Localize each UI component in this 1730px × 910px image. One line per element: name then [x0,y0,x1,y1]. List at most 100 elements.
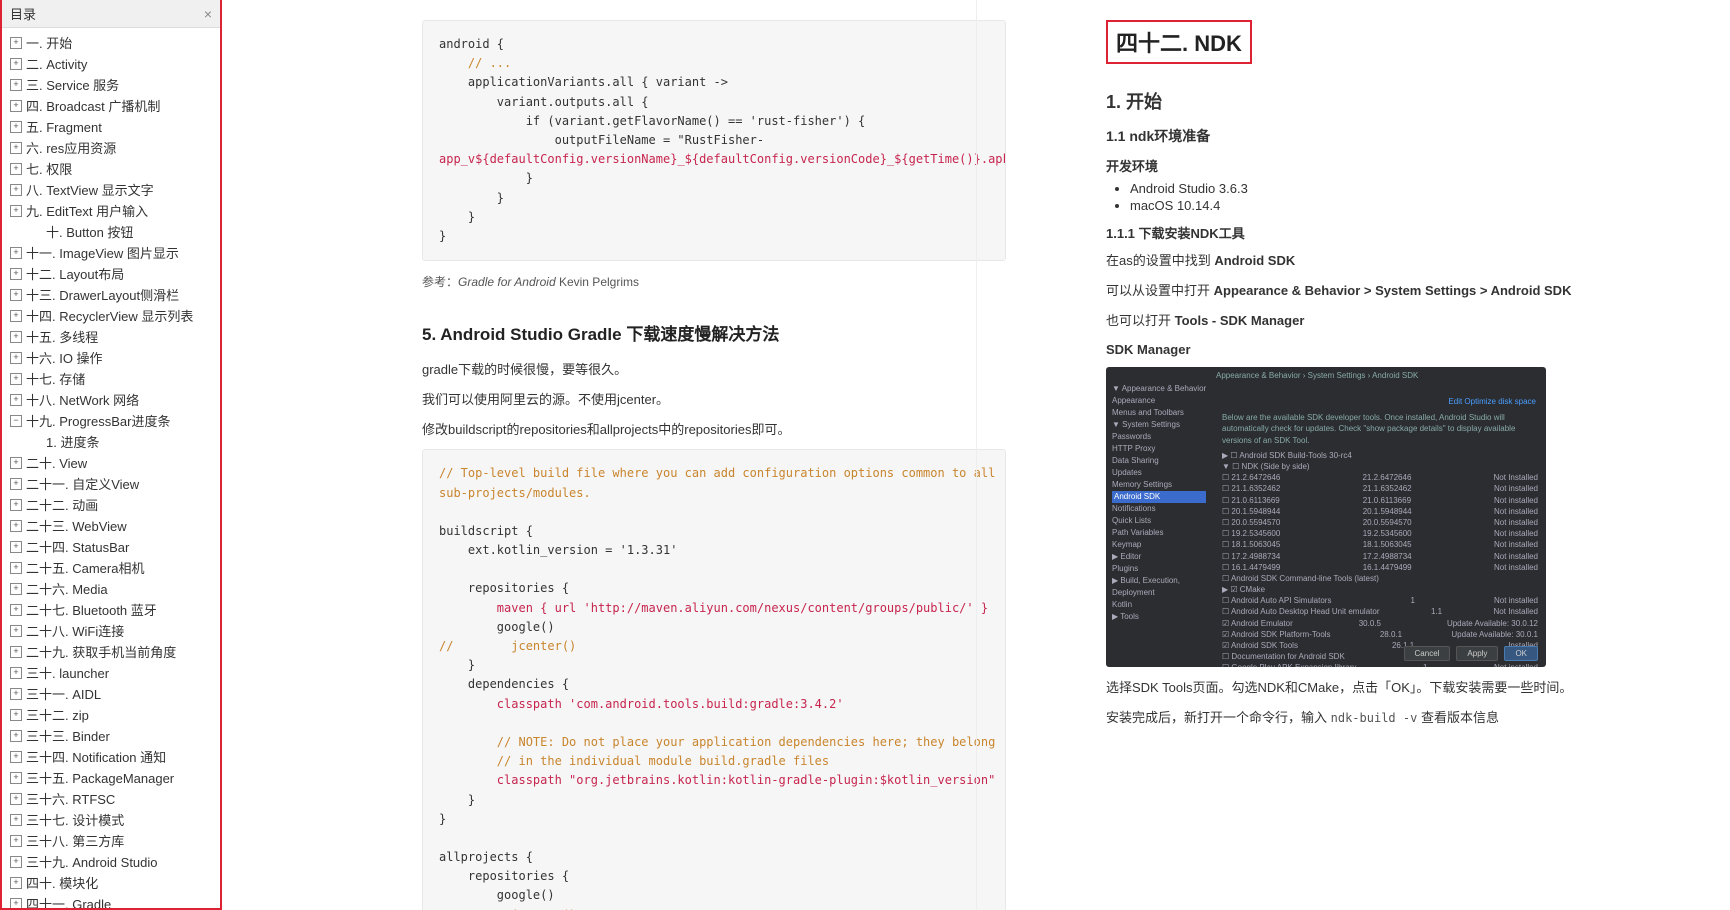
expand-icon[interactable]: + [10,583,22,595]
expand-icon[interactable]: + [10,184,22,196]
toc-item[interactable]: 十. Button 按钮 [6,221,220,242]
expand-icon[interactable]: + [10,856,22,868]
toc-item[interactable]: +三十. launcher [6,662,220,683]
expand-icon[interactable]: + [10,331,22,343]
toc-tree[interactable]: +一. 开始+二. Activity+三. Service 服务+四. Broa… [2,28,220,908]
toc-item[interactable]: +三十五. PackageManager [6,767,220,788]
toc-label: 十四. RecyclerView 显示列表 [26,306,193,325]
toc-item[interactable]: + 三十六. RTFSC [6,788,220,809]
expand-icon[interactable]: + [10,604,22,616]
toc-item[interactable]: +三. Service 服务 [6,74,220,95]
toc-label: 五. Fragment [26,117,102,136]
toc-item[interactable]: +四十. 模块化 [6,872,220,893]
toc-label: 二十六. Media [26,579,108,598]
toc-item[interactable]: +三十四. Notification 通知 [6,746,220,767]
toc-item[interactable]: +三十二. zip [6,704,220,725]
toc-item[interactable]: +二十九. 获取手机当前角度 [6,641,220,662]
toc-item[interactable]: +十一. ImageView 图片显示 [6,242,220,263]
toc-item[interactable]: +二十一. 自定义View [6,473,220,494]
toc-item[interactable]: +三十九. Android Studio [6,851,220,872]
toc-item[interactable]: + 五. Fragment [6,116,220,137]
toc-item[interactable]: +三十七. 设计模式 [6,809,220,830]
expand-icon[interactable]: + [10,37,22,49]
dialog-button[interactable]: Cancel [1404,646,1451,661]
expand-icon[interactable]: + [10,163,22,175]
expand-icon[interactable]: + [10,772,22,784]
toc-item[interactable]: + 十四. RecyclerView 显示列表 [6,305,220,326]
expand-icon[interactable]: + [10,814,22,826]
expand-icon[interactable]: + [10,667,22,679]
expand-icon[interactable]: + [10,121,22,133]
expand-icon[interactable]: + [10,373,22,385]
paragraph: 选择SDK Tools页面。勾选NDK和CMake，点击「OK」。下载安装需要一… [1106,677,1690,699]
toc-item[interactable]: +一. 开始 [6,32,220,53]
toc-sidebar: 目录 × +一. 开始+二. Activity+三. Service 服务+四.… [0,0,222,910]
expand-icon[interactable]: + [10,100,22,112]
expand-icon[interactable]: + [10,79,22,91]
toc-item[interactable]: +九. EditText 用户输入 [6,200,220,221]
expand-icon[interactable]: + [10,520,22,532]
toc-item[interactable]: −十九. ProgressBar进度条 [6,410,220,431]
expand-icon[interactable]: + [10,793,22,805]
expand-icon[interactable]: + [10,478,22,490]
toc-label: 三十一. AIDL [26,684,101,703]
expand-icon[interactable]: + [10,268,22,280]
expand-icon[interactable]: + [10,835,22,847]
expand-icon[interactable]: + [10,58,22,70]
toc-item[interactable]: +四. Broadcast 广播机制 [6,95,220,116]
expand-icon[interactable]: + [10,142,22,154]
toc-item[interactable]: +二十四. StatusBar [6,536,220,557]
expand-icon[interactable]: + [10,688,22,700]
expand-icon[interactable]: + [10,709,22,721]
expand-icon[interactable]: + [10,352,22,364]
expand-icon[interactable]: + [10,457,22,469]
dialog-button[interactable]: OK [1504,646,1538,661]
page-title: 四十二. NDK [1116,26,1242,58]
toc-item[interactable]: + 二十六. Media [6,578,220,599]
toc-item[interactable]: +二十三. WebView [6,515,220,536]
collapse-icon[interactable]: − [10,415,22,427]
toc-item[interactable]: +三十三. Binder [6,725,220,746]
expand-icon[interactable]: + [10,310,22,322]
toc-item[interactable]: + 四十一. Gradle [6,893,220,908]
toc-item[interactable]: +二十二. 动画 [6,494,220,515]
toc-item[interactable]: +十七. 存储 [6,368,220,389]
toc-item[interactable]: +二十五. Camera相机 [6,557,220,578]
toc-item[interactable]: 1. 进度条 [6,431,220,452]
toc-item[interactable]: + 十三. DrawerLayout侧滑栏 [6,284,220,305]
expand-icon[interactable]: + [10,730,22,742]
expand-icon[interactable]: + [10,625,22,637]
close-icon[interactable]: × [204,6,212,22]
toc-item[interactable]: +二十. View [6,452,220,473]
expand-icon[interactable]: + [10,898,22,909]
expand-icon[interactable]: + [10,751,22,763]
dialog-button[interactable]: Apply [1456,646,1498,661]
paragraph: 我们可以使用阿里云的源。不使用jcenter。 [422,389,1006,411]
toc-label: 十三. DrawerLayout侧滑栏 [26,285,179,304]
expand-icon[interactable]: + [10,541,22,553]
expand-icon[interactable]: + [10,394,22,406]
expand-icon[interactable]: + [10,646,22,658]
expand-icon[interactable]: + [10,499,22,511]
paragraph: gradle下载的时候很慢，要等很久。 [422,359,1006,381]
expand-icon[interactable]: + [10,247,22,259]
toc-item[interactable]: +二十七. Bluetooth 蓝牙 [6,599,220,620]
toc-item[interactable]: +十五. 多线程 [6,326,220,347]
toc-item[interactable]: +十六. IO 操作 [6,347,220,368]
toc-item[interactable]: +八. TextView 显示文字 [6,179,220,200]
right-page: 四十二. NDK 1. 开始 1.1 ndk环境准备 开发环境 Android … [1066,0,1730,910]
expand-icon[interactable]: + [10,289,22,301]
toc-item[interactable]: +十二. Layout布局 [6,263,220,284]
expand-icon[interactable]: + [10,877,22,889]
toc-item[interactable]: +二. Activity [6,53,220,74]
toc-item[interactable]: +七. 权限 [6,158,220,179]
expand-icon[interactable]: + [10,205,22,217]
toc-item[interactable]: +二十八. WiFi连接 [6,620,220,641]
toc-item[interactable]: +十八. NetWork 网络 [6,389,220,410]
toc-item[interactable]: +三十八. 第三方库 [6,830,220,851]
toc-item[interactable]: +六. res应用资源 [6,137,220,158]
toc-label: 四十一. Gradle [26,894,111,908]
toc-item[interactable]: + 三十一. AIDL [6,683,220,704]
toc-label: 三十六. RTFSC [26,789,115,808]
expand-icon[interactable]: + [10,562,22,574]
